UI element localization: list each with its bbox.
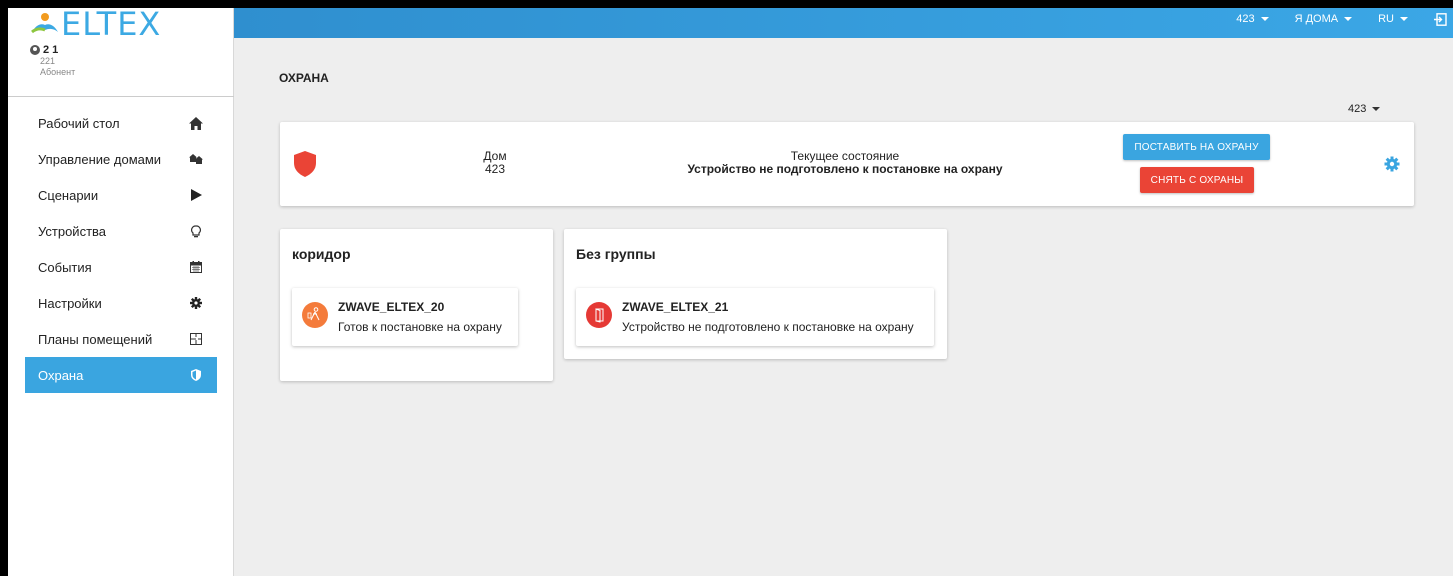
shield-icon (189, 368, 203, 382)
arm-button[interactable]: ПОСТАВИТЬ НА ОХРАНУ (1123, 134, 1270, 160)
shield-icon (294, 151, 316, 177)
house-dropdown[interactable]: 423 (1236, 13, 1269, 25)
sidebar: ELTEX 2 1 221 Абонент Рабочий стол Управ… (8, 8, 234, 576)
sidebar-item-devices[interactable]: Устройства (25, 213, 217, 249)
device-card[interactable]: ZWAVE_ELTEX_21 Устройство не подготовлен… (576, 288, 934, 346)
chevron-down-icon (1344, 17, 1353, 21)
presence-dropdown[interactable]: Я ДОМА (1295, 13, 1353, 25)
group-card-no-group: Без группы ZWAVE_ELTEX_21 Устройство не … (564, 229, 947, 359)
group-title: Без группы (576, 246, 656, 262)
sidebar-item-desktop[interactable]: Рабочий стол (25, 105, 217, 141)
house-info: Дом 423 (470, 150, 520, 176)
chevron-down-icon (1372, 107, 1381, 111)
calendar-icon (189, 260, 203, 274)
play-icon (189, 188, 203, 202)
chevron-down-icon (1260, 17, 1269, 21)
logout-icon[interactable] (1434, 12, 1447, 26)
state-value: Устройство не подготовлено к постановке … (687, 162, 1003, 176)
disarm-button[interactable]: СНЯТЬ С ОХРАНЫ (1140, 167, 1254, 193)
page-title: ОХРАНА (279, 71, 329, 85)
security-status-card: Дом 423 Текущее состояние Устройство не … (280, 122, 1414, 206)
house-value: 423 (484, 162, 506, 176)
user-info: 2 1 221 Абонент (30, 44, 75, 78)
houses-icon (189, 152, 203, 166)
floorplan-icon (189, 332, 203, 346)
door-sensor-icon (586, 302, 612, 328)
sidebar-item-houses[interactable]: Управление домами (25, 141, 217, 177)
house-select[interactable]: 423 (1348, 103, 1381, 115)
user-icon (30, 45, 40, 55)
eltex-logo-icon (31, 13, 58, 34)
group-card-corridor: коридор ZWAVE_ELTEX_20 Готов к постановк… (280, 229, 553, 381)
device-status: Готов к постановке на охрану (338, 320, 502, 334)
current-state: Текущее состояние Устройство не подготов… (680, 150, 1010, 176)
device-card[interactable]: ZWAVE_ELTEX_20 Готов к постановке на охр… (292, 288, 518, 346)
sidebar-item-scenarios[interactable]: Сценарии (25, 177, 217, 213)
device-name: ZWAVE_ELTEX_21 (622, 300, 729, 314)
top-bar-controls: 423 Я ДОМА RU (1236, 8, 1447, 30)
home-icon (189, 116, 203, 130)
user-name: 2 1 (43, 44, 59, 56)
app-frame: ELTEX 2 1 221 Абонент Рабочий стол Управ… (8, 8, 1453, 576)
sidebar-item-security[interactable]: Охрана (25, 357, 217, 393)
logo-text: ELTEX (61, 8, 162, 43)
sidebar-divider (8, 96, 234, 97)
sidebar-item-events[interactable]: События (25, 249, 217, 285)
sidebar-item-floorplans[interactable]: Планы помещений (25, 321, 217, 357)
device-name: ZWAVE_ELTEX_20 (338, 300, 445, 314)
lightbulb-icon (189, 224, 203, 238)
top-bar: 423 Я ДОМА RU (234, 8, 1453, 38)
language-dropdown[interactable]: RU (1378, 13, 1408, 25)
sidebar-menu: Рабочий стол Управление домами Сценарии … (25, 105, 217, 393)
settings-gear-icon[interactable] (1384, 156, 1400, 172)
motion-sensor-icon (302, 302, 328, 328)
device-status: Устройство не подготовлено к постановке … (622, 320, 914, 334)
gear-icon (189, 296, 203, 310)
sidebar-item-settings[interactable]: Настройки (25, 285, 217, 321)
group-title: коридор (292, 246, 351, 262)
chevron-down-icon (1400, 17, 1408, 21)
user-number: 221 (40, 56, 56, 66)
user-role: Абонент (40, 67, 76, 77)
logo[interactable]: ELTEX (30, 8, 162, 43)
